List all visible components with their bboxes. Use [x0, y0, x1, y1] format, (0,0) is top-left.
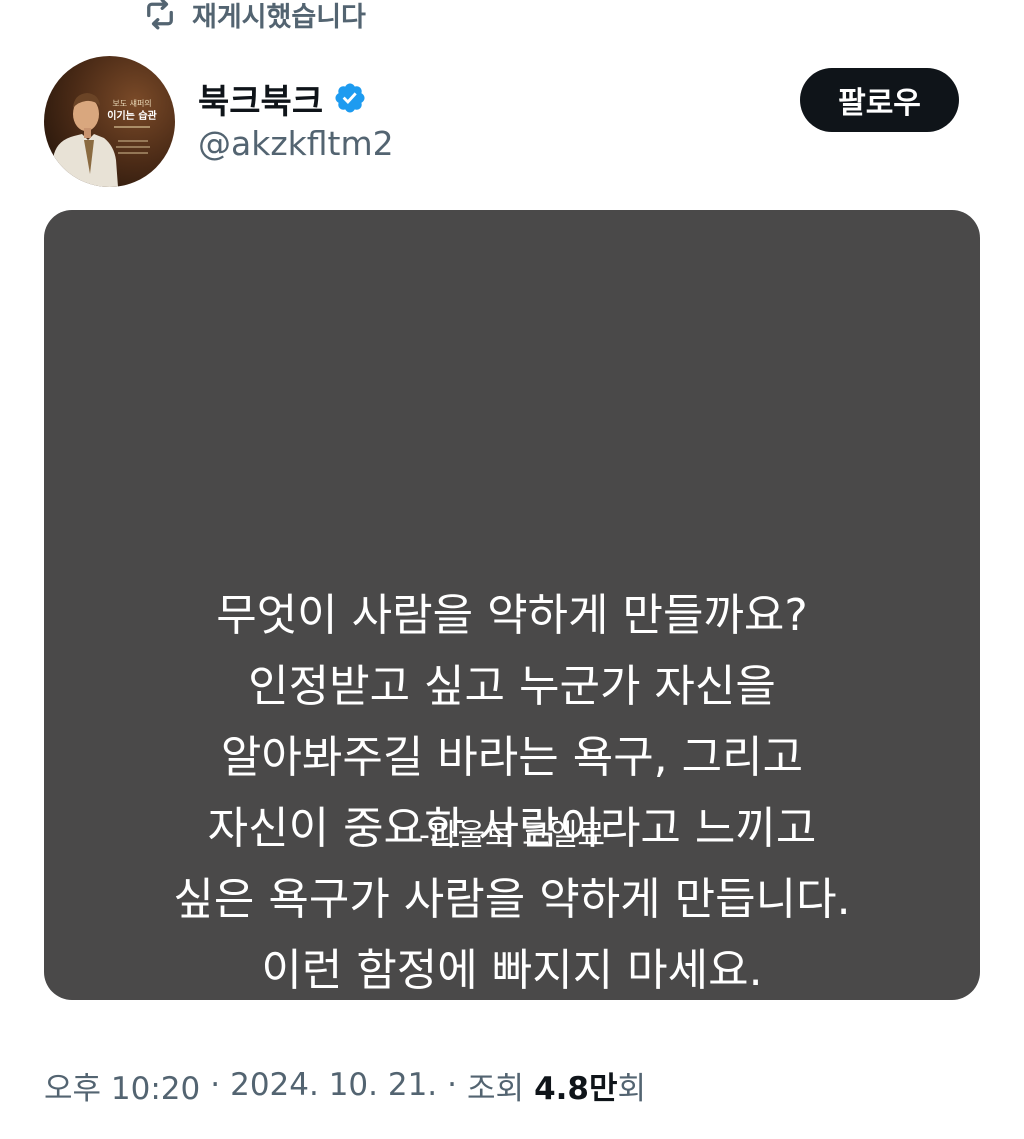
quote-line: 무엇이 사람을 약하게 만들까요? [216, 590, 808, 641]
views-label: 조회 [467, 1070, 525, 1107]
tweet-page: 재게시했습니다 보도 섀퍼의 이기는 습관 북크북크 @akzkfltm2 팔로… [0, 0, 1024, 1139]
author-name-row[interactable]: 북크북크 [198, 72, 367, 124]
quote-line: 싶은 욕구가 사람을 약하게 만듭니다. [173, 874, 851, 925]
book-cover-avatar: 보도 섀퍼의 이기는 습관 [44, 56, 175, 187]
repost-icon [142, 0, 178, 32]
repost-indicator[interactable]: 재게시했습니다 [142, 0, 366, 34]
quote-author: -파울로 코엘료 [419, 818, 605, 853]
verified-badge-icon[interactable] [333, 81, 367, 115]
quote-text: 무엇이 사람을 약하게 만들까요? 인정받고 싶고 누군가 자신을 알아봐주길 … [44, 580, 980, 1000]
post-date[interactable]: 2024. 10. 21. [230, 1067, 437, 1103]
author-handle[interactable]: @akzkfltm2 [198, 124, 394, 163]
meta-separator: · [210, 1067, 221, 1103]
repost-label: 재게시했습니다 [192, 1, 366, 33]
views-count: 4.8만 [534, 1070, 618, 1107]
meta-separator: · [447, 1067, 458, 1103]
tweet-meta: 오후 10:20 · 2024. 10. 21. · 조회 4.8만 회 [44, 1060, 646, 1110]
avatar[interactable]: 보도 섀퍼의 이기는 습관 [44, 56, 175, 187]
quote-line: 인정받고 싶고 누군가 자신을 [248, 661, 776, 712]
author-display-name[interactable]: 북크북크 [198, 74, 323, 123]
follow-button[interactable]: 팔로우 [800, 68, 959, 132]
post-time[interactable]: 오후 10:20 [44, 1063, 200, 1108]
tweet-image[interactable]: 무엇이 사람을 약하게 만들까요? 인정받고 싶고 누군가 자신을 알아봐주길 … [44, 210, 980, 1000]
svg-text:보도 섀퍼의: 보도 섀퍼의 [112, 98, 151, 108]
quote-line: 알아봐주길 바라는 욕구, 그리고 [220, 732, 804, 783]
views-unit: 회 [617, 1070, 647, 1107]
quote-line: 이런 함정에 빠지지 마세요. [261, 945, 763, 996]
svg-text:이기는 습관: 이기는 습관 [107, 109, 157, 122]
